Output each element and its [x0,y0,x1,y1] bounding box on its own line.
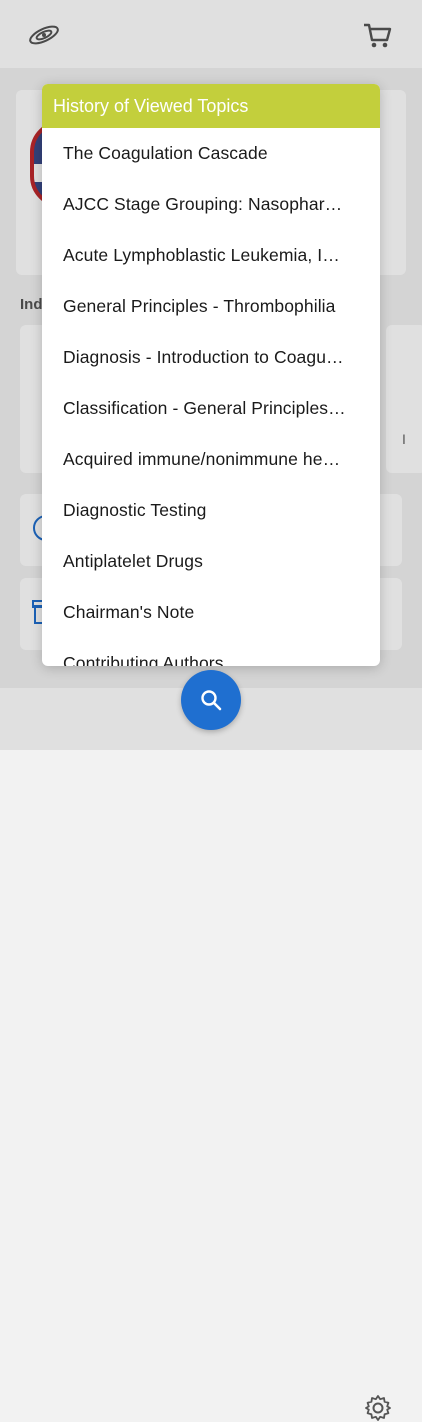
galaxy-logo-icon[interactable] [24,20,64,50]
history-item[interactable]: Diagnosis - Introduction to Coagu… [42,332,380,383]
history-list[interactable]: The Coagulation Cascade AJCC Stage Group… [42,128,380,666]
tile-card[interactable]: I [386,325,422,473]
history-item[interactable]: Chairman's Note [42,587,380,638]
history-item[interactable]: Classification - General Principles… [42,383,380,434]
history-item[interactable]: The Coagulation Cascade [42,128,380,179]
tile-label: I [402,431,406,447]
shopping-cart-icon[interactable] [362,20,392,50]
history-item[interactable]: AJCC Stage Grouping: Nasophar… [42,179,380,230]
modal-title: History of Viewed Topics [42,84,380,128]
history-modal: History of Viewed Topics The Coagulation… [42,84,380,666]
search-icon [201,690,222,711]
section-title: Ind [20,296,43,313]
gear-icon[interactable] [364,1394,392,1422]
top-bar [0,0,422,68]
history-item[interactable]: General Principles - Thrombophilia [42,281,380,332]
history-item[interactable]: Diagnostic Testing [42,485,380,536]
history-item[interactable]: Contributing Authors [42,638,380,666]
history-item[interactable]: Acquired immune/nonimmune he… [42,434,380,485]
search-button[interactable] [181,670,241,730]
history-item[interactable]: Acute Lymphoblastic Leukemia, I… [42,230,380,281]
history-item[interactable]: Antiplatelet Drugs [42,536,380,587]
